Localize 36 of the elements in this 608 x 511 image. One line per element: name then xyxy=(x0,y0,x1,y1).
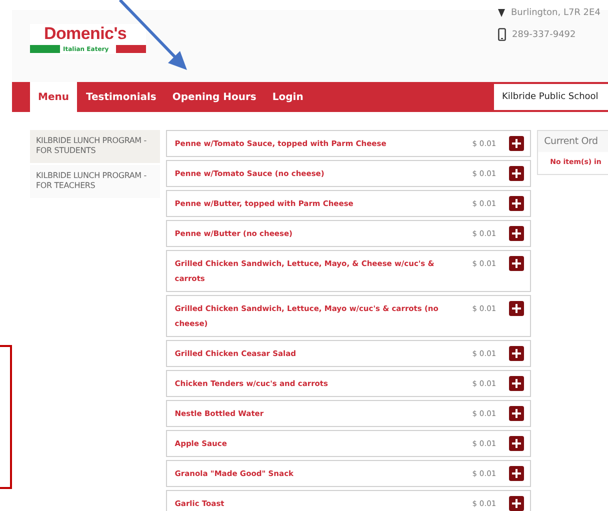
add-button[interactable] xyxy=(509,466,524,481)
add-button[interactable] xyxy=(509,196,524,211)
plus-icon xyxy=(512,499,522,508)
phone-number: 289-337-9492 xyxy=(512,30,576,40)
add-button[interactable] xyxy=(509,406,524,421)
plus-icon xyxy=(512,259,522,268)
add-button[interactable] xyxy=(509,226,524,241)
phone-icon xyxy=(498,28,506,41)
order-title: Current Ord xyxy=(538,131,608,152)
plus-icon xyxy=(512,379,522,388)
plus-icon xyxy=(512,169,522,178)
add-button[interactable] xyxy=(509,376,524,391)
plus-icon xyxy=(512,439,522,448)
add-button[interactable] xyxy=(509,256,524,271)
add-button[interactable] xyxy=(509,301,524,316)
nav-tab[interactable]: Opening Hours xyxy=(164,82,264,112)
plus-icon xyxy=(512,304,522,313)
plus-icon xyxy=(512,469,522,478)
nav-tab[interactable]: Menu xyxy=(30,82,77,112)
add-button[interactable] xyxy=(509,436,524,451)
nav-tab[interactable]: Testimonials xyxy=(78,82,164,112)
plus-icon xyxy=(512,229,522,238)
map-pin-icon xyxy=(498,9,505,17)
plus-icon xyxy=(512,139,522,148)
nav-tab[interactable]: Login xyxy=(264,82,312,112)
sidebar-item[interactable]: KILBRIDE LUNCH PROGRAM - FOR STUDENTS xyxy=(30,130,160,163)
add-button[interactable] xyxy=(509,166,524,181)
address-text: Burlington, L7R 2E4 xyxy=(511,8,600,18)
plus-icon xyxy=(512,409,522,418)
school-selector[interactable]: Kilbride Public School xyxy=(494,84,608,110)
add-button[interactable] xyxy=(509,346,524,361)
sidebar-item[interactable]: KILBRIDE LUNCH PROGRAM - FOR TEACHERS xyxy=(30,165,160,198)
plus-icon xyxy=(512,199,522,208)
add-button[interactable] xyxy=(509,136,524,151)
add-button[interactable] xyxy=(509,496,524,511)
plus-icon xyxy=(512,349,522,358)
